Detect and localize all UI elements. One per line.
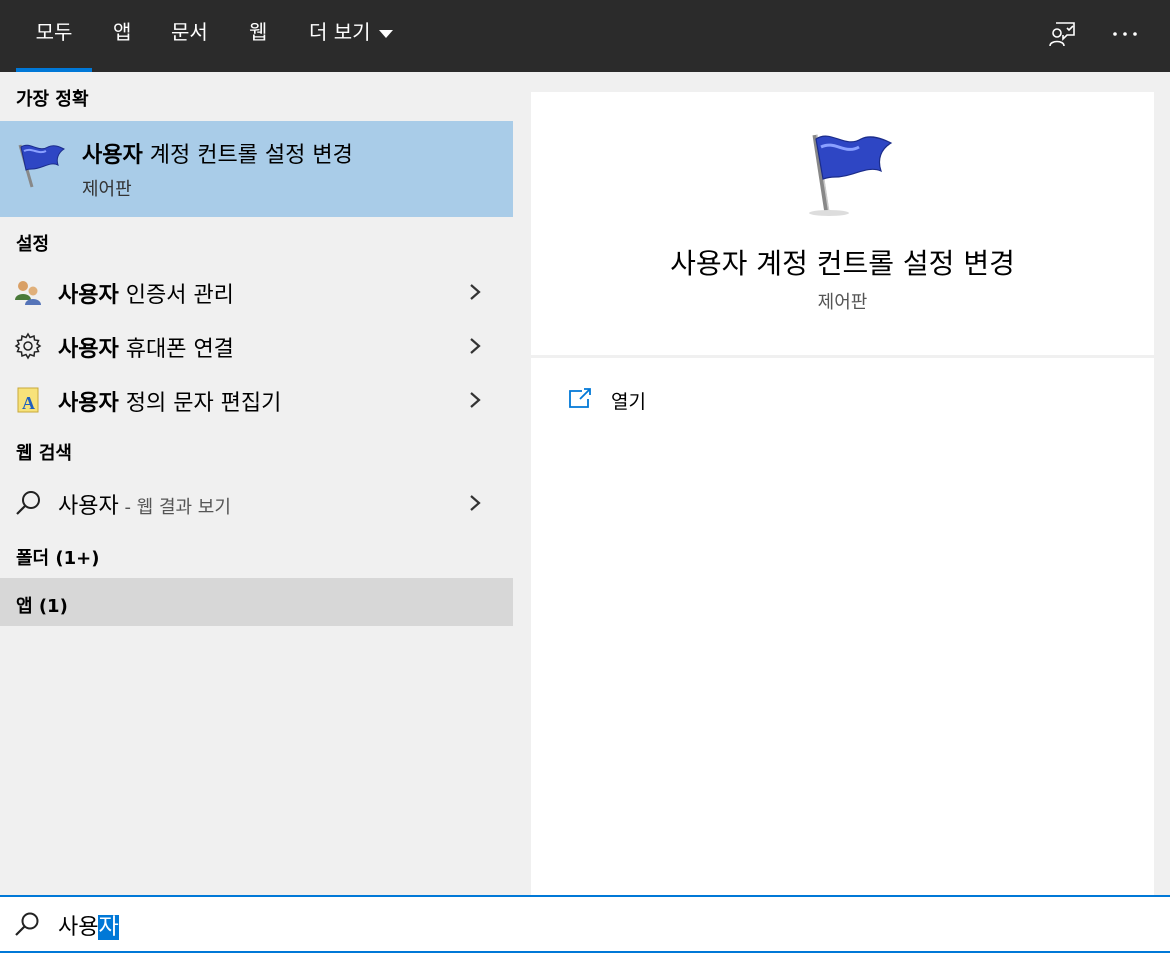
search-icon xyxy=(15,912,39,936)
settings-item-certificates-bold: 사용자 xyxy=(58,283,119,308)
users-icon xyxy=(15,281,41,305)
search-selected-text: 자 xyxy=(98,915,119,940)
chevron-right-icon xyxy=(470,338,481,354)
tab-more[interactable]: 더 보기 xyxy=(309,0,393,72)
best-match-subtitle: 제어판 xyxy=(82,179,132,200)
tab-apps-label: 앱 xyxy=(113,20,132,44)
tab-web-label: 웹 xyxy=(249,20,268,44)
open-action[interactable]: 열기 xyxy=(559,378,859,420)
tab-web[interactable]: 웹 xyxy=(249,0,267,72)
settings-item-certificates-rest: 인증서 관리 xyxy=(118,283,234,308)
best-match-item[interactable]: 사용자 계정 컨트롤 설정 변경 제어판 xyxy=(0,121,513,217)
gear-icon xyxy=(14,332,42,360)
preview-subtitle: 제어판 xyxy=(817,292,868,313)
uac-flag-icon xyxy=(18,144,65,188)
web-search-suffix: - 웹 결과 보기 xyxy=(118,497,231,518)
best-match-title: 사용자 계정 컨트롤 설정 변경 xyxy=(82,137,353,169)
settings-item-font-editor-label: 사용자 정의 문자 편집기 xyxy=(58,385,281,417)
apps-header[interactable]: 앱 (1) xyxy=(0,578,513,626)
search-icon xyxy=(16,491,40,515)
preview-pane: 사용자 계정 컨트롤 설정 변경 제어판 열기 xyxy=(513,72,1170,895)
web-search-item[interactable]: 사용자 - 웹 결과 보기 xyxy=(0,476,513,530)
settings-item-font-editor-rest: 정의 문자 편집기 xyxy=(118,391,282,416)
font-editor-icon: A xyxy=(17,387,39,413)
results-list: 가장 정확 사용자 계정 컨트롤 설정 변경 제어판 설정 사용자 인증서 관리… xyxy=(0,72,513,895)
settings-item-certificates-label: 사용자 인증서 관리 xyxy=(58,277,234,309)
search-box[interactable]: 사용자 xyxy=(0,895,1170,953)
preview-actions: 열기 xyxy=(531,358,1154,895)
open-action-label: 열기 xyxy=(611,391,646,413)
best-match-title-rest: 계정 컨트롤 설정 변경 xyxy=(142,143,353,168)
settings-item-phone[interactable]: 사용자 휴대폰 연결 xyxy=(0,319,513,373)
preview-title: 사용자 계정 컨트롤 설정 변경 xyxy=(670,247,1015,280)
best-match-header: 가장 정확 xyxy=(16,89,89,110)
feedback-icon[interactable] xyxy=(1042,14,1082,54)
preview-card: 사용자 계정 컨트롤 설정 변경 제어판 xyxy=(531,92,1154,355)
settings-item-phone-rest: 휴대폰 연결 xyxy=(118,337,234,362)
filter-bar: 모두 앱 문서 웹 더 보기 xyxy=(0,0,1170,72)
settings-item-phone-bold: 사용자 xyxy=(58,337,119,362)
tab-documents[interactable]: 문서 xyxy=(171,0,208,72)
settings-item-font-editor-bold: 사용자 xyxy=(58,391,119,416)
more-icon[interactable] xyxy=(1105,14,1145,54)
tab-all-label: 모두 xyxy=(35,20,73,44)
open-icon xyxy=(569,388,591,408)
chevron-right-icon xyxy=(470,284,481,300)
search-input[interactable]: 사용자 xyxy=(58,909,119,941)
apps-header-label: 앱 (1) xyxy=(16,596,68,617)
svg-text:A: A xyxy=(22,393,35,413)
web-search-header: 웹 검색 xyxy=(16,443,72,464)
settings-header: 설정 xyxy=(16,234,50,255)
web-search-query: 사용자 xyxy=(58,494,119,519)
folders-header[interactable]: 폴더 (1+) xyxy=(16,544,99,570)
settings-item-font-editor[interactable]: A 사용자 정의 문자 편집기 xyxy=(0,373,513,427)
uac-flag-icon xyxy=(809,134,893,216)
tab-all[interactable]: 모두 xyxy=(16,0,92,72)
settings-item-phone-label: 사용자 휴대폰 연결 xyxy=(58,331,234,363)
web-search-label: 사용자 - 웹 결과 보기 xyxy=(58,488,231,520)
settings-item-certificates[interactable]: 사용자 인증서 관리 xyxy=(0,265,513,319)
tab-documents-label: 문서 xyxy=(171,20,208,44)
caret-down-icon xyxy=(378,29,393,38)
chevron-right-icon xyxy=(470,392,481,408)
best-match-title-bold: 사용자 xyxy=(82,143,143,168)
search-typed-text: 사용 xyxy=(58,915,99,940)
tab-more-label: 더 보기 xyxy=(309,20,371,44)
tab-apps[interactable]: 앱 xyxy=(113,0,131,72)
chevron-right-icon xyxy=(470,495,481,511)
